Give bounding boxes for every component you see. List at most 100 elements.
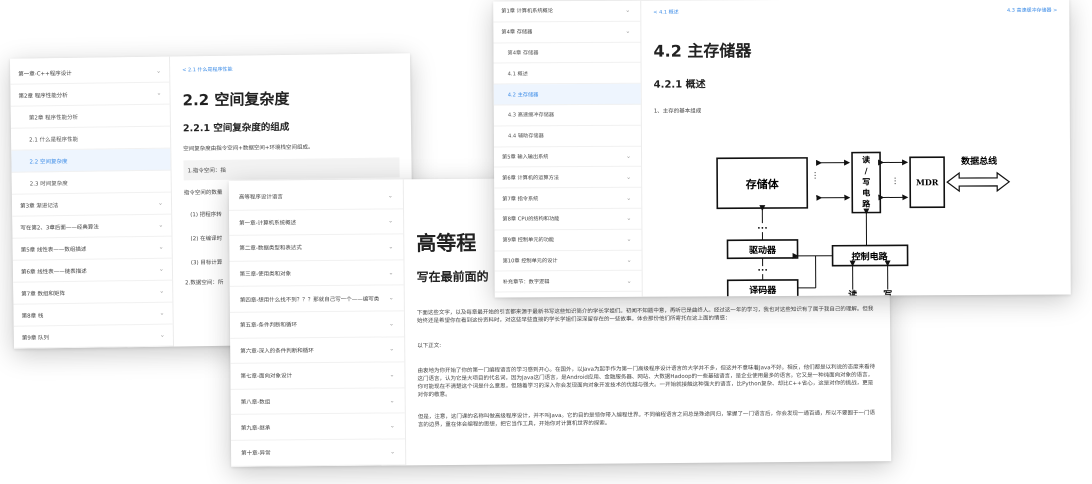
chevron-down-icon[interactable]: ⌄ <box>158 222 163 229</box>
next-page-link[interactable]: 4.3 高速缓冲存储器 > <box>1007 7 1057 14</box>
chevron-down-icon[interactable]: ⌄ <box>626 153 631 160</box>
sidebar-item[interactable]: 第7章 指令系统 ⌄ <box>494 187 642 210</box>
sidebar-item[interactable]: 第6章 线性表——链表描述 ⌄ <box>12 258 173 283</box>
chevron-down-icon[interactable]: ⌄ <box>159 310 164 317</box>
sidebar-item[interactable]: 第一章-计算机系统概述 ⌄ <box>229 208 404 237</box>
sidebar-item[interactable]: 高等程序设计语言 ⌄ <box>228 183 404 211</box>
chevron-down-icon[interactable]: ⌄ <box>159 244 164 251</box>
sidebar-nav: 第1章 计算机系统概论 ⌄ 第4章 存储器 ⌄ 第4章 存储器 4.1 概述 4.2 主存储… <box>493 0 643 298</box>
sidebar-item[interactable]: 第2章 程序性能分析 ⌄ <box>10 82 170 107</box>
prev-page-link[interactable]: < 2.1 什么是程序性能 <box>182 66 232 74</box>
breadcrumb: < 4.1 概述 4.3 高速缓冲存储器 > <box>653 7 1057 16</box>
sidebar-item[interactable]: 4.2 主存储器 <box>493 83 641 106</box>
chevron-down-icon[interactable]: ⌄ <box>388 243 393 250</box>
sidebar-item[interactable]: 第三章-使用类和对象 ⌄ <box>229 260 404 288</box>
sidebar-item[interactable]: 第四章-想用什么找不到？？？那就自己写一个——编写类 ⌄ <box>229 285 404 313</box>
sidebar-item[interactable]: 第八章-数组 ⌄ <box>230 388 405 416</box>
chevron-down-icon[interactable]: ⌄ <box>388 218 393 225</box>
chevron-down-icon[interactable]: ⌄ <box>156 90 161 97</box>
chevron-down-icon[interactable]: ⌄ <box>158 200 163 207</box>
sidebar-item[interactable]: 第5章 线性表——数组描述 ⌄ <box>12 236 172 261</box>
chevron-down-icon[interactable]: ⌄ <box>627 257 632 264</box>
screenshot-collage: 第一章-C++程序设计 ⌄ 第2章 程序性能分析 ⌄ 第2章 程序性能分析 2.1 什么是… <box>0 0 1092 484</box>
sidebar-item[interactable]: 第6章 计算机的运算方法 ⌄ <box>494 167 642 189</box>
sidebar-item-label: 第5章 输入输出系统 <box>502 154 549 161</box>
sidebar-item-label: 第8章 栈 <box>21 312 44 320</box>
sidebar-item[interactable]: 第9章 队列 ⌄ <box>13 324 174 349</box>
chevron-down-icon[interactable]: ⌄ <box>156 68 161 75</box>
chevron-down-icon[interactable]: ⌄ <box>159 266 164 273</box>
sidebar-item-label: 2.3 时间复杂度 <box>29 180 68 188</box>
chevron-down-icon[interactable]: ⌄ <box>388 192 393 199</box>
sidebar-item-label: 第一章-C++程序设计 <box>18 70 72 78</box>
sidebar-item[interactable]: 第七章-面向对象设计 ⌄ <box>230 362 405 390</box>
sidebar-item[interactable]: 第3章 渐进记法 ⌄ <box>11 192 172 217</box>
sidebar-item[interactable]: 4.1 概述 <box>493 63 641 85</box>
sidebar-item-label: 2.2 空间复杂度 <box>29 158 68 166</box>
sidebar-item-label: 第10章 控制单元的设计 <box>502 258 558 265</box>
sidebar-item[interactable]: 第九章-继承 ⌄ <box>230 413 406 441</box>
sidebar-item[interactable]: 2.3 时间复杂度 <box>11 170 171 195</box>
sidebar-item[interactable]: 第2章 程序性能分析 <box>10 104 170 129</box>
sidebar-item-label: 第五章-条件判断和循环 <box>240 322 298 330</box>
chevron-down-icon[interactable]: ⌄ <box>626 215 631 222</box>
sidebar-item-label: 第一章-计算机系统概述 <box>239 220 297 227</box>
sidebar-item-label: 第5章 线性表——数组描述 <box>20 246 87 254</box>
sidebar-item-label: 高等程序设计语言 <box>238 194 283 202</box>
chevron-down-icon[interactable]: ⌄ <box>389 320 394 327</box>
chevron-down-icon[interactable]: ⌄ <box>389 295 394 302</box>
sidebar-item[interactable]: 第五章-条件判断和循环 ⌄ <box>229 311 405 339</box>
chevron-down-icon[interactable]: ⌄ <box>625 28 630 35</box>
sidebar-item-label: 第6章 线性表——链表描述 <box>20 268 87 276</box>
sidebar-item[interactable]: 第5章 输入输出系统 ⌄ <box>493 146 642 168</box>
sidebar-item[interactable]: 4.4 辅助存储器 <box>493 125 641 148</box>
chevron-down-icon[interactable]: ⌄ <box>389 346 394 353</box>
chevron-down-icon[interactable]: ⌄ <box>160 332 165 339</box>
sidebar-item-label: 第十章-异常 <box>241 450 271 458</box>
paragraph: 由衷地为你开始了你的第一门编程语言的学习感到开心。在国外，以Java为起手作为第… <box>417 364 876 399</box>
chevron-down-icon[interactable]: ⌄ <box>390 423 395 430</box>
sidebar-item[interactable]: 2.2 空间复杂度 <box>11 148 171 173</box>
chevron-down-icon[interactable]: ⌄ <box>627 278 632 285</box>
sidebar-item[interactable]: 第十章-异常 ⌄ <box>231 439 406 467</box>
sidebar-item-label: 补充章节：数字逻辑 <box>502 278 550 286</box>
paragraph: 空间复杂度由指令空间+数据空间+环境栈空间组成。 <box>183 144 314 153</box>
sidebar-item-label: 2.1 什么是程序性能 <box>29 136 79 144</box>
sidebar-item[interactable]: 4.3 高速缓冲存储器 <box>493 104 641 127</box>
sidebar-item[interactable]: 写在第2、3章后面——经典算法 ⌄ <box>12 214 172 239</box>
chevron-down-icon[interactable]: ⌄ <box>390 397 395 404</box>
list-item: 1.指令空间：指 <box>183 157 400 181</box>
sidebar-item[interactable]: 第二章-数据类型和表达式 ⌄ <box>229 234 404 262</box>
prev-page-link[interactable]: < 4.1 概述 <box>653 9 678 16</box>
sidebar-item[interactable]: 第一章-C++程序设计 ⌄ <box>10 60 170 85</box>
sidebar-item[interactable]: 第4章 存储器 <box>493 42 641 64</box>
chevron-down-icon[interactable]: ⌄ <box>390 448 395 455</box>
sidebar-item[interactable]: 第10章 控制单元的设计 ⌄ <box>494 250 642 272</box>
chevron-down-icon[interactable]: ⌄ <box>389 269 394 276</box>
chevron-down-icon[interactable]: ⌄ <box>625 7 630 14</box>
sidebar-item[interactable]: 第8章 CPU的结构和功能 ⌄ <box>494 208 642 231</box>
paragraph: 1、主存的基本组成 <box>653 108 702 115</box>
mdr-label: MDR <box>916 177 939 187</box>
chevron-down-icon[interactable]: ⌄ <box>626 174 631 181</box>
sidebar-item[interactable]: 第7章 数组和矩阵 ⌄ <box>13 280 173 305</box>
sidebar-nav: 第一章-C++程序设计 ⌄ 第2章 程序性能分析 ⌄ 第2章 程序性能分析 2.1 什么是… <box>9 56 175 349</box>
svg-text:⋮: ⋮ <box>891 176 899 185</box>
chevron-down-icon[interactable]: ⌄ <box>626 194 631 201</box>
sidebar-item-label: 第6章 计算机的运算方法 <box>502 174 559 182</box>
sidebar-item[interactable]: 第4章 存储器 ⌄ <box>493 21 641 44</box>
control-circuit-label: 控制电路 <box>852 250 889 262</box>
sidebar-item-label: 第三章-使用类和对象 <box>239 271 292 278</box>
sidebar-item[interactable]: 2.1 什么是程序性能 <box>10 126 171 151</box>
dots-separator: ⋮ <box>811 171 819 180</box>
driver-label: 驱动器 <box>749 245 777 256</box>
sidebar-item[interactable]: 第8章 栈 ⌄ <box>13 302 173 327</box>
chevron-down-icon[interactable]: ⌄ <box>626 236 631 243</box>
chevron-down-icon[interactable]: ⌄ <box>389 371 394 378</box>
sidebar-item[interactable]: 第六章-深入的条件判断和循环 ⌄ <box>230 336 405 365</box>
chevron-down-icon[interactable]: ⌄ <box>159 288 164 295</box>
sidebar-item[interactable]: 第9章 控制单元的功能 ⌄ <box>494 229 642 252</box>
sidebar-item[interactable]: 第1章 计算机系统概论 ⌄ <box>493 0 641 23</box>
sidebar-item[interactable]: 补充章节：数字逻辑 ⌄ <box>494 271 642 293</box>
sidebar-item-label: 第二章-数据类型和表达式 <box>239 245 302 253</box>
